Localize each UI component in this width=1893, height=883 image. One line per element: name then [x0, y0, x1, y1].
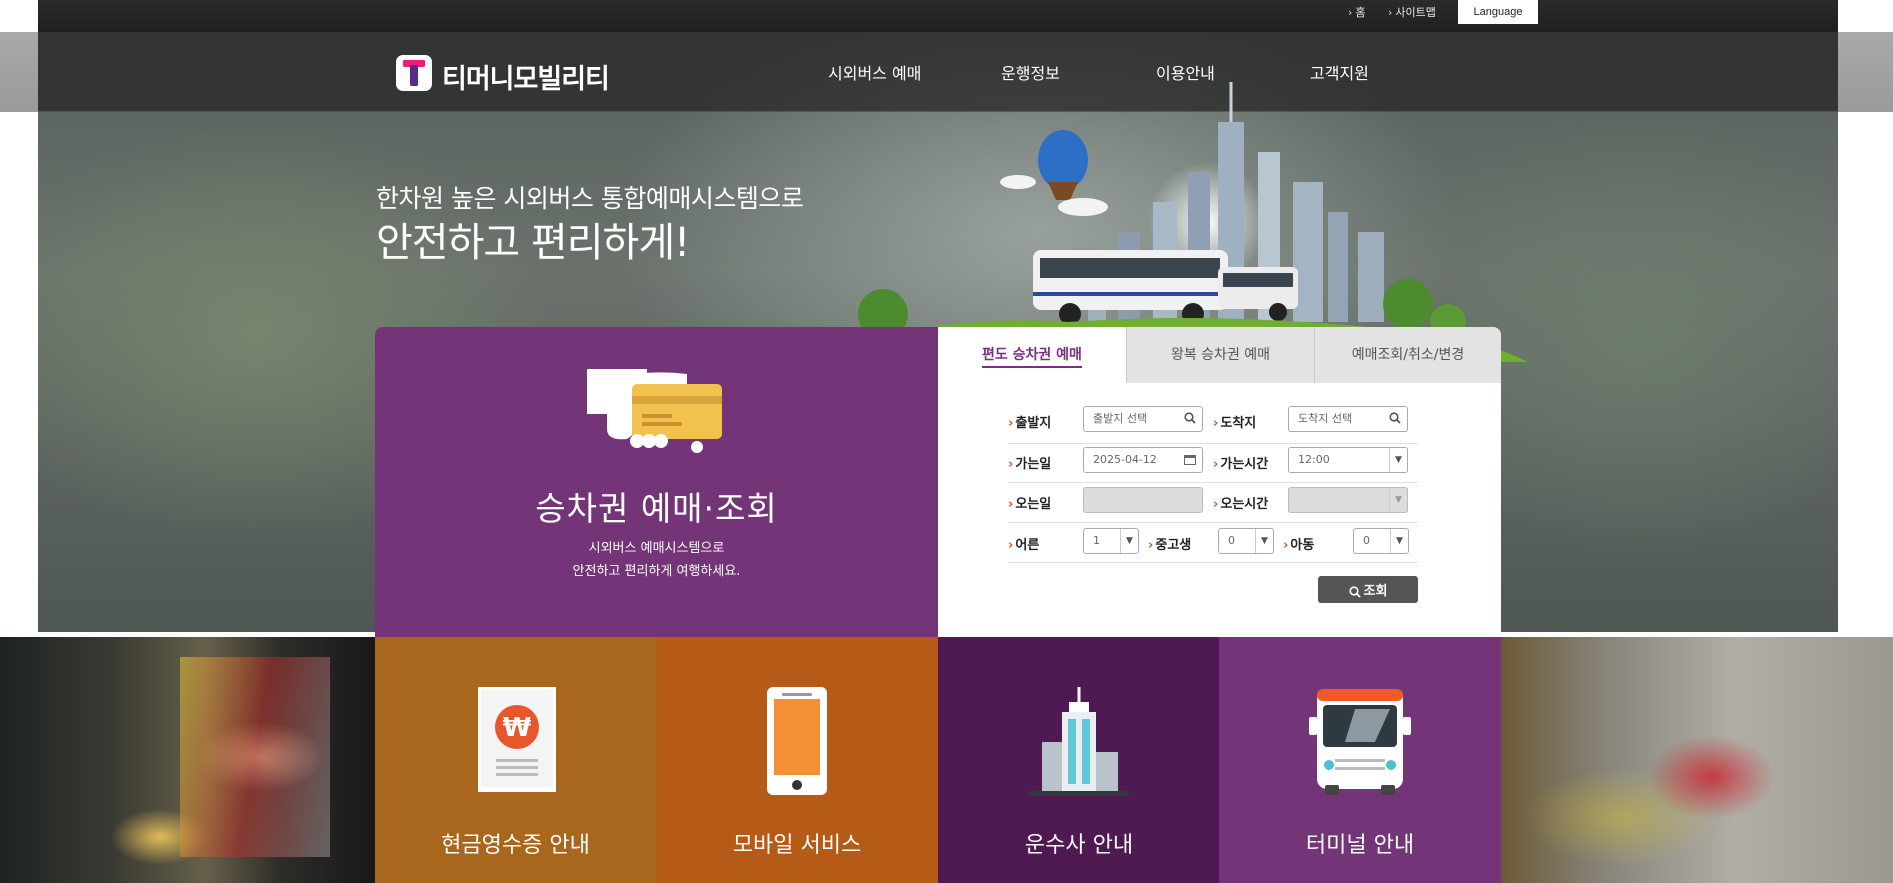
- tile-cash-receipt-label: 현금영수증 안내: [441, 833, 590, 858]
- sitemap-link[interactable]: 사이트맵: [1388, 4, 1435, 20]
- form-divider: [1008, 522, 1418, 523]
- teen-count-select[interactable]: 0 ▼: [1218, 528, 1274, 554]
- adult-count-select[interactable]: 1 ▼: [1083, 528, 1139, 554]
- svg-text:₩: ₩: [502, 713, 531, 743]
- promo-title: 승차권 예매·조회: [535, 489, 778, 528]
- street-bus-photo: [0, 637, 375, 883]
- logo[interactable]: 티머니모빌리티: [396, 52, 646, 96]
- hero-title: 안전하고 편리하게!: [376, 220, 690, 266]
- tab-round-trip-booking[interactable]: 왕복 승차권 예매: [1126, 327, 1314, 383]
- departure-label: 출발지: [1008, 412, 1051, 431]
- chevron-down-icon: ▼: [1390, 529, 1408, 553]
- tile-terminal-guide-label: 터미널 안내: [1305, 833, 1415, 858]
- ticket-promo-panel: 승차권 예매·조회 시외버스 예매시스템으로 안전하고 편리하게 여행하세요.: [375, 327, 938, 637]
- nav-item-intercity-bus-booking[interactable]: 시외버스 예매: [828, 60, 921, 84]
- city-traffic-photo: [1501, 637, 1893, 883]
- tile-mobile-service[interactable]: 모바일 서비스: [656, 637, 938, 883]
- utility-bar: 홈 사이트맵 Language: [38, 0, 1838, 32]
- hand-card-icon: [587, 369, 722, 453]
- go-date-value: 2025-04-12: [1093, 453, 1157, 466]
- return-time-label: 오는시간: [1213, 493, 1268, 512]
- return-date-input[interactable]: [1083, 487, 1203, 513]
- chevron-down-icon: ▼: [1120, 529, 1138, 553]
- departure-placeholder: 출발지 선택: [1093, 412, 1148, 425]
- search-button[interactable]: 조회: [1318, 576, 1418, 603]
- form-divider: [1008, 482, 1418, 483]
- tab-booking-inquiry[interactable]: 예매조회/취소/변경: [1314, 327, 1501, 383]
- arrival-select[interactable]: 도착지 선택: [1288, 406, 1408, 432]
- chevron-down-icon: ▼: [1389, 448, 1407, 472]
- promo-description-line2: 안전하고 편리하게 여행하세요.: [572, 564, 741, 579]
- city-bus-illustration: [808, 82, 1528, 362]
- tab-one-way-label: 편도 승차권 예매: [982, 347, 1082, 368]
- bus-front-icon: [1309, 689, 1411, 795]
- tile-cash-receipt[interactable]: ₩ 현금영수증 안내: [375, 637, 656, 883]
- language-button[interactable]: Language: [1458, 0, 1538, 24]
- logo-text: 티머니모빌리티: [442, 64, 610, 95]
- calendar-icon: [1184, 455, 1196, 465]
- header-margin-right: [1838, 32, 1893, 112]
- search-button-label: 조회: [1363, 583, 1388, 598]
- arrival-label: 도착지: [1213, 412, 1256, 431]
- return-date-label: 오는일: [1008, 493, 1051, 512]
- search-icon: [1184, 412, 1196, 424]
- teen-label: 중고생: [1148, 534, 1191, 553]
- chevron-down-icon: ▼: [1255, 529, 1273, 553]
- go-time-label: 가는시간: [1213, 453, 1268, 472]
- child-count-value: 0: [1363, 534, 1370, 547]
- tile-bus-company[interactable]: 운수사 안내: [938, 637, 1220, 883]
- go-date-input[interactable]: 2025-04-12: [1083, 447, 1203, 473]
- return-time-select[interactable]: ▼: [1288, 487, 1408, 513]
- smartphone-icon: [767, 687, 827, 795]
- adult-count-value: 1: [1093, 534, 1100, 547]
- nav-item-operation-info[interactable]: 운행정보: [1001, 60, 1060, 84]
- tab-one-way-booking[interactable]: 편도 승차권 예매: [938, 327, 1126, 383]
- teen-count-value: 0: [1228, 534, 1235, 547]
- booking-form-panel: 편도 승차권 예매 왕복 승차권 예매 예매조회/취소/변경 출발지 출발지 선…: [938, 327, 1501, 637]
- child-count-select[interactable]: 0 ▼: [1353, 528, 1409, 554]
- adult-label: 어른: [1008, 534, 1039, 553]
- header-margin-left: [0, 32, 38, 112]
- page: 티머니모빌리티 시외버스 예매 운행정보 이용안내 고객지원 한차원 높은 시외…: [0, 0, 1893, 883]
- tmoney-logo-icon: [396, 55, 432, 91]
- promo-description-line1: 시외버스 예매시스템으로: [588, 541, 725, 556]
- tile-terminal-guide[interactable]: 터미널 안내: [1219, 637, 1501, 883]
- tile-mobile-service-label: 모바일 서비스: [732, 833, 862, 858]
- departure-select[interactable]: 출발지 선택: [1083, 406, 1203, 432]
- go-date-label: 가는일: [1008, 453, 1051, 472]
- child-label: 아동: [1283, 534, 1314, 553]
- form-divider: [1008, 562, 1418, 563]
- arrival-placeholder: 도착지 선택: [1298, 412, 1353, 425]
- nav-item-usage-guide[interactable]: 이용안내: [1156, 60, 1215, 84]
- go-time-select[interactable]: 12:00 ▼: [1288, 447, 1408, 473]
- receipt-won-icon: ₩: [477, 687, 556, 792]
- search-icon: [1348, 585, 1361, 598]
- search-icon: [1389, 412, 1401, 424]
- nav-item-customer-support[interactable]: 고객지원: [1310, 60, 1369, 84]
- go-time-value: 12:00: [1298, 453, 1330, 466]
- form-divider: [1008, 443, 1418, 444]
- home-link[interactable]: 홈: [1348, 4, 1365, 20]
- building-icon: [1029, 687, 1129, 796]
- chevron-down-icon: ▼: [1389, 488, 1407, 512]
- tile-bus-company-label: 운수사 안내: [1024, 833, 1134, 858]
